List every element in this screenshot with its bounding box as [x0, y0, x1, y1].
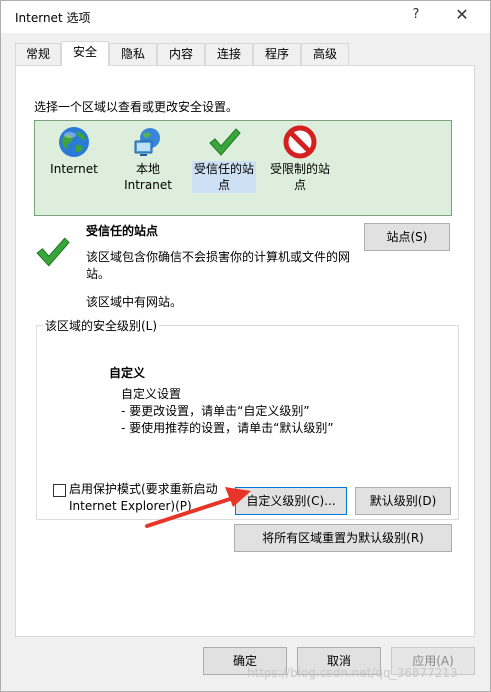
sites-button[interactable]: 站点(S): [364, 223, 450, 251]
zone-trusted-sites[interactable]: 受信任的站 点: [191, 125, 257, 193]
tab-security[interactable]: 安全: [61, 41, 109, 66]
tab-programs[interactable]: 程序: [253, 43, 301, 65]
tab-privacy[interactable]: 隐私: [109, 43, 157, 65]
trusted-zone-check-icon: [36, 237, 70, 267]
security-level-description: 自定义设置 - 要更改设置，请单击“自定义级别” - 要使用推荐的设置，请单击“…: [121, 386, 334, 437]
custom-level-button[interactable]: 自定义级别(C)...: [235, 487, 347, 515]
zone-label: 受信任的站 点: [191, 161, 256, 193]
globe-icon: [59, 127, 89, 157]
close-icon[interactable]: ✕: [449, 5, 475, 24]
window-title: Internet 选项: [15, 11, 91, 25]
zone-list: Internet 本地 Intranet 受信任的站 点 受限制的站 点: [34, 120, 452, 216]
security-level-group: 该区域的安全级别(L) 自定义 自定义设置 - 要更改设置，请单击“自定义级别”…: [36, 317, 459, 520]
zone-restricted-sites[interactable]: 受限制的站 点: [267, 125, 333, 193]
zone-label: Internet: [50, 162, 98, 176]
tab-connections[interactable]: 连接: [205, 43, 253, 65]
zone-label: 本地 Intranet: [124, 162, 172, 192]
tab-content[interactable]: 内容: [157, 43, 205, 65]
title-bar: Internet 选项 ? ✕: [1, 1, 490, 33]
zone-label: 受限制的站 点: [269, 162, 330, 192]
internet-options-dialog: Internet 选项 ? ✕ 常规 安全 隐私 内容 连接 程序 高级 选择一…: [0, 0, 491, 692]
default-level-button[interactable]: 默认级别(D): [355, 487, 451, 515]
selected-zone-note: 该区域中有网站。: [86, 295, 183, 309]
zone-internet[interactable]: Internet: [45, 125, 103, 177]
green-check-icon: [209, 128, 241, 156]
tab-general[interactable]: 常规: [15, 43, 61, 65]
security-level-label: 该区域的安全级别(L): [43, 317, 160, 334]
security-level-title: 自定义: [109, 366, 146, 380]
selected-zone-description: 该区域包含你确信不会损害你的计算机或文件的网站。: [86, 250, 351, 281]
reset-all-zones-button[interactable]: 将所有区域重置为默认级别(R): [234, 524, 452, 552]
protected-mode-label: 启用保护模式(要求重新启动 Internet Explorer)(P): [69, 482, 218, 513]
zone-prompt: 选择一个区域以查看或更改安全设置。: [34, 100, 239, 114]
no-entry-icon: [283, 125, 317, 159]
watermark: https://blog.csdn.net/qq_36877213: [247, 666, 458, 680]
level-line: - 要更改设置，请单击“自定义级别”: [121, 404, 310, 418]
zone-local-intranet[interactable]: 本地 Intranet: [119, 125, 177, 193]
security-panel: 选择一个区域以查看或更改安全设置。 Internet 本地 Intranet 受…: [15, 65, 475, 637]
level-line: - 要使用推荐的设置，请单击“默认级别”: [121, 421, 334, 435]
tab-advanced[interactable]: 高级: [301, 43, 349, 65]
help-icon[interactable]: ?: [405, 7, 427, 22]
level-line: 自定义设置: [121, 387, 182, 401]
intranet-icon: [134, 128, 160, 156]
selected-zone-title: 受信任的站点: [86, 224, 159, 238]
protected-mode-checkbox[interactable]: [53, 484, 66, 497]
